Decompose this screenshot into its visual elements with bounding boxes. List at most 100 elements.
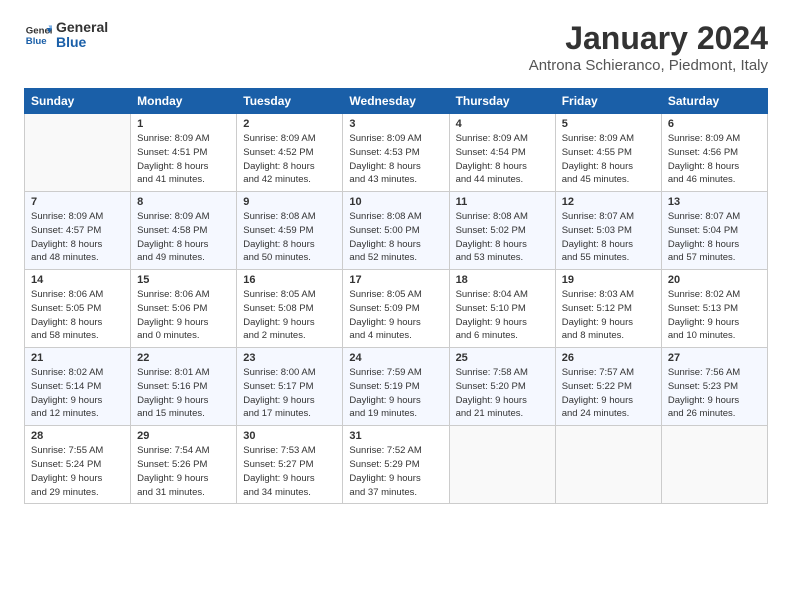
calendar-cell: 24 Sunrise: 7:59 AM Sunset: 5:19 PM Dayli…: [343, 348, 449, 426]
calendar-cell: 23Sunrise: 8:00 AM Sunset: 5:17 PM Dayli…: [237, 348, 343, 426]
day-info: Sunrise: 8:07 AM Sunset: 5:04 PM Dayligh…: [668, 210, 761, 265]
day-number: 23: [243, 352, 336, 364]
day-info: Sunrise: 7:52 AM Sunset: 5:29 PM Dayligh…: [349, 444, 442, 499]
day-number: 14: [31, 274, 124, 286]
calendar-cell: 26Sunrise: 7:57 AM Sunset: 5:22 PM Dayli…: [555, 348, 661, 426]
calendar-cell: 8Sunrise: 8:09 AM Sunset: 4:58 PM Daylig…: [131, 192, 237, 270]
day-number: 10: [349, 196, 442, 208]
weekday-header-row: SundayMondayTuesdayWednesdayThursdayFrid…: [25, 89, 768, 114]
day-info: Sunrise: 8:09 AM Sunset: 4:57 PM Dayligh…: [31, 210, 124, 265]
calendar-cell: [449, 426, 555, 504]
svg-text:General: General: [26, 26, 52, 37]
day-info: Sunrise: 7:53 AM Sunset: 5:27 PM Dayligh…: [243, 444, 336, 499]
day-info: Sunrise: 7:58 AM Sunset: 5:20 PM Dayligh…: [456, 366, 549, 421]
calendar-cell: 11 Sunrise: 8:08 AM Sunset: 5:02 PM Dayli…: [449, 192, 555, 270]
location: Antrona Schieranco, Piedmont, Italy: [529, 57, 768, 74]
day-info: Sunrise: 8:08 AM Sunset: 5:02 PM Dayligh…: [456, 210, 549, 265]
day-info: Sunrise: 8:09 AM Sunset: 4:52 PM Dayligh…: [243, 132, 336, 187]
day-number: 1: [137, 118, 230, 130]
day-number: 3: [349, 118, 442, 130]
day-number: 20: [668, 274, 761, 286]
calendar-cell: 16Sunrise: 8:05 AM Sunset: 5:08 PM Dayli…: [237, 270, 343, 348]
day-number: 30: [243, 430, 336, 442]
weekday-monday: Monday: [131, 89, 237, 114]
day-number: 5: [562, 118, 655, 130]
calendar-cell: 6 Sunrise: 8:09 AM Sunset: 4:56 PM Daylig…: [661, 114, 767, 192]
day-number: 13: [668, 196, 761, 208]
day-number: 12: [562, 196, 655, 208]
week-row-4: 21 Sunrise: 8:02 AM Sunset: 5:14 PM Dayli…: [25, 348, 768, 426]
calendar-cell: 18Sunrise: 8:04 AM Sunset: 5:10 PM Dayli…: [449, 270, 555, 348]
day-info: Sunrise: 8:08 AM Sunset: 4:59 PM Dayligh…: [243, 210, 336, 265]
day-info: Sunrise: 8:06 AM Sunset: 5:05 PM Dayligh…: [31, 288, 124, 343]
calendar-cell: 15 Sunrise: 8:06 AM Sunset: 5:06 PM Dayli…: [131, 270, 237, 348]
day-number: 27: [668, 352, 761, 364]
calendar-cell: 4 Sunrise: 8:09 AM Sunset: 4:54 PM Daylig…: [449, 114, 555, 192]
week-row-1: 1 Sunrise: 8:09 AM Sunset: 4:51 PM Daylig…: [25, 114, 768, 192]
day-info: Sunrise: 8:03 AM Sunset: 5:12 PM Dayligh…: [562, 288, 655, 343]
day-info: Sunrise: 8:09 AM Sunset: 4:54 PM Dayligh…: [456, 132, 549, 187]
day-number: 28: [31, 430, 124, 442]
calendar-cell: 12 Sunrise: 8:07 AM Sunset: 5:03 PM Dayli…: [555, 192, 661, 270]
day-info: Sunrise: 8:08 AM Sunset: 5:00 PM Dayligh…: [349, 210, 442, 265]
weekday-wednesday: Wednesday: [343, 89, 449, 114]
day-number: 21: [31, 352, 124, 364]
calendar-cell: 9Sunrise: 8:08 AM Sunset: 4:59 PM Daylig…: [237, 192, 343, 270]
week-row-5: 28 Sunrise: 7:55 AM Sunset: 5:24 PM Dayli…: [25, 426, 768, 504]
day-info: Sunrise: 8:07 AM Sunset: 5:03 PM Dayligh…: [562, 210, 655, 265]
day-number: 11: [456, 196, 549, 208]
day-info: Sunrise: 7:55 AM Sunset: 5:24 PM Dayligh…: [31, 444, 124, 499]
header: General Blue General Blue January 2024 A…: [24, 20, 768, 74]
calendar-cell: 30 Sunrise: 7:53 AM Sunset: 5:27 PM Dayli…: [237, 426, 343, 504]
calendar-cell: [25, 114, 131, 192]
weekday-friday: Friday: [555, 89, 661, 114]
day-number: 2: [243, 118, 336, 130]
weekday-saturday: Saturday: [661, 89, 767, 114]
day-number: 4: [456, 118, 549, 130]
calendar-cell: 27 Sunrise: 7:56 AM Sunset: 5:23 PM Dayli…: [661, 348, 767, 426]
calendar-cell: 20 Sunrise: 8:02 AM Sunset: 5:13 PM Dayli…: [661, 270, 767, 348]
day-number: 6: [668, 118, 761, 130]
day-number: 7: [31, 196, 124, 208]
day-info: Sunrise: 8:09 AM Sunset: 4:56 PM Dayligh…: [668, 132, 761, 187]
day-number: 17: [349, 274, 442, 286]
day-number: 24: [349, 352, 442, 364]
week-row-2: 7 Sunrise: 8:09 AM Sunset: 4:57 PM Daylig…: [25, 192, 768, 270]
day-number: 16: [243, 274, 336, 286]
calendar-cell: 21 Sunrise: 8:02 AM Sunset: 5:14 PM Dayli…: [25, 348, 131, 426]
day-info: Sunrise: 7:59 AM Sunset: 5:19 PM Dayligh…: [349, 366, 442, 421]
logo: General Blue General Blue: [24, 20, 108, 51]
day-info: Sunrise: 7:57 AM Sunset: 5:22 PM Dayligh…: [562, 366, 655, 421]
day-info: Sunrise: 8:06 AM Sunset: 5:06 PM Dayligh…: [137, 288, 230, 343]
calendar-cell: [661, 426, 767, 504]
day-number: 31: [349, 430, 442, 442]
calendar-cell: 19Sunrise: 8:03 AM Sunset: 5:12 PM Dayli…: [555, 270, 661, 348]
calendar-cell: 5Sunrise: 8:09 AM Sunset: 4:55 PM Daylig…: [555, 114, 661, 192]
weekday-tuesday: Tuesday: [237, 89, 343, 114]
day-number: 15: [137, 274, 230, 286]
calendar-cell: 7 Sunrise: 8:09 AM Sunset: 4:57 PM Daylig…: [25, 192, 131, 270]
calendar-cell: 1 Sunrise: 8:09 AM Sunset: 4:51 PM Daylig…: [131, 114, 237, 192]
calendar-cell: 2 Sunrise: 8:09 AM Sunset: 4:52 PM Daylig…: [237, 114, 343, 192]
day-info: Sunrise: 8:02 AM Sunset: 5:14 PM Dayligh…: [31, 366, 124, 421]
day-number: 29: [137, 430, 230, 442]
title-block: January 2024 Antrona Schieranco, Piedmon…: [529, 20, 768, 74]
month-title: January 2024: [529, 20, 768, 57]
day-info: Sunrise: 8:09 AM Sunset: 4:51 PM Dayligh…: [137, 132, 230, 187]
weekday-sunday: Sunday: [25, 89, 131, 114]
day-info: Sunrise: 8:05 AM Sunset: 5:09 PM Dayligh…: [349, 288, 442, 343]
day-number: 8: [137, 196, 230, 208]
weekday-thursday: Thursday: [449, 89, 555, 114]
svg-text:Blue: Blue: [26, 36, 47, 47]
day-info: Sunrise: 8:02 AM Sunset: 5:13 PM Dayligh…: [668, 288, 761, 343]
calendar-cell: 29Sunrise: 7:54 AM Sunset: 5:26 PM Dayli…: [131, 426, 237, 504]
calendar-cell: 3Sunrise: 8:09 AM Sunset: 4:53 PM Daylig…: [343, 114, 449, 192]
logo-icon: General Blue: [24, 21, 52, 49]
day-number: 22: [137, 352, 230, 364]
calendar-table: SundayMondayTuesdayWednesdayThursdayFrid…: [24, 88, 768, 504]
calendar-cell: 31 Sunrise: 7:52 AM Sunset: 5:29 PM Dayli…: [343, 426, 449, 504]
day-info: Sunrise: 8:01 AM Sunset: 5:16 PM Dayligh…: [137, 366, 230, 421]
day-info: Sunrise: 7:56 AM Sunset: 5:23 PM Dayligh…: [668, 366, 761, 421]
calendar-cell: [555, 426, 661, 504]
day-number: 18: [456, 274, 549, 286]
